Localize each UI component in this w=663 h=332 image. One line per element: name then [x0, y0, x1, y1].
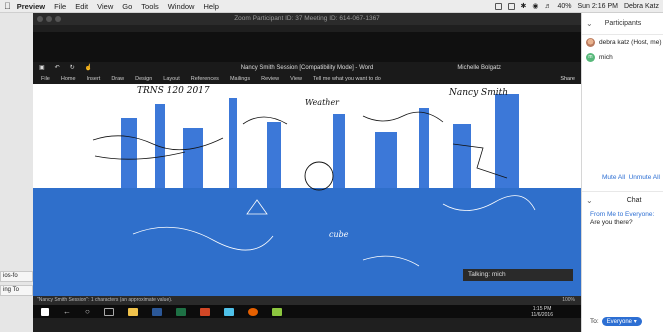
menu-go[interactable]: Go: [122, 2, 132, 11]
taskbar-date: 11/6/2016: [531, 312, 553, 318]
windows-taskbar: ← ○ 1:15 PM 11/6/2016: [33, 305, 581, 318]
screen-icon[interactable]: [494, 2, 502, 10]
search-icon[interactable]: ○: [85, 307, 90, 316]
chat-recipient-row: To: Everyone ▾: [590, 317, 642, 326]
back-icon[interactable]: ←: [63, 307, 71, 316]
participant-row[interactable]: debra katz (Host, me): [582, 35, 663, 50]
chat-title: Chat: [626, 197, 642, 204]
excel-icon[interactable]: [175, 307, 186, 316]
undo-icon[interactable]: ↶: [55, 62, 60, 74]
apple-icon[interactable]: : [4, 1, 11, 11]
chat-text: Are you there?: [590, 219, 633, 226]
zoom-title-bar: Zoom Participant ID: 37 Meeting ID: 614-…: [33, 13, 581, 25]
chat-sender: From Me to Everyone:: [590, 211, 655, 218]
ribbon-tab-mailings[interactable]: Mailings: [230, 74, 250, 84]
share-button[interactable]: Share: [560, 74, 575, 84]
menu-status-area: ✱ ◉ ♬ 40% Sun 2:16 PM Debra Katz: [494, 2, 659, 10]
firefox-icon[interactable]: [247, 307, 258, 316]
menu-view[interactable]: View: [97, 2, 113, 11]
ribbon-tab-layout[interactable]: Layout: [163, 74, 180, 84]
volume-icon[interactable]: ♬: [544, 3, 551, 10]
wifi-icon[interactable]: ◉: [532, 2, 538, 10]
tell-me-search[interactable]: Tell me what you want to do: [313, 74, 381, 84]
ribbon-tab-view[interactable]: View: [290, 74, 302, 84]
mac-menu: Preview File Edit View Go Tools Window H…: [17, 2, 219, 11]
desktop-background: ios-fo ing To: [0, 13, 33, 332]
handwriting-strokes: [92, 111, 536, 267]
desktop-window-tab-1[interactable]: ios-fo: [0, 271, 33, 282]
battery-level[interactable]: 40%: [557, 3, 571, 10]
mac-menu-bar:  Preview File Edit View Go Tools Window…: [0, 0, 663, 13]
desktop-window-tab-2[interactable]: ing To: [0, 285, 33, 296]
zoom-window: Zoom Participant ID: 37 Meeting ID: 614-…: [33, 13, 581, 332]
participants-title: Participants: [604, 20, 642, 27]
ribbon-tab-references[interactable]: References: [191, 74, 219, 84]
word-title: Nancy Smith Session [Compatibility Mode]…: [240, 65, 374, 71]
avatar: m: [586, 53, 595, 62]
app-icon[interactable]: [223, 307, 234, 316]
participants-header: ⌄ Participants: [582, 13, 663, 35]
menu-file[interactable]: File: [54, 2, 66, 11]
talking-indicator: Talking: mich: [463, 269, 573, 281]
chevron-down-icon[interactable]: ⌄: [586, 196, 593, 205]
app-icon[interactable]: [271, 307, 282, 316]
word-title-bar: ▣ ↶ ↻ ☝ Nancy Smith Session [Compatibili…: [33, 62, 581, 83]
menu-app[interactable]: Preview: [17, 2, 45, 11]
recipient-select[interactable]: Everyone ▾: [601, 317, 642, 326]
word-user[interactable]: Michelle Bolgatz: [457, 62, 501, 74]
ribbon-tab-insert[interactable]: Insert: [87, 74, 101, 84]
menu-tools[interactable]: Tools: [141, 2, 159, 11]
ribbon-tab-review[interactable]: Review: [261, 74, 279, 84]
chat-message: From Me to Everyone: Are you there?: [590, 211, 654, 227]
word-ribbon: File Home Insert Draw Design Layout Refe…: [33, 74, 581, 84]
zoom-level[interactable]: 100%: [562, 296, 575, 305]
powerpoint-icon[interactable]: [199, 307, 210, 316]
clock[interactable]: Sun 2:16 PM: [578, 3, 618, 10]
ribbon-tab-design[interactable]: Design: [135, 74, 152, 84]
folder-icon[interactable]: [127, 307, 138, 316]
start-icon[interactable]: [41, 307, 49, 316]
side-panel: ⌄ Participants debra katz (Host, me) m m…: [581, 13, 663, 332]
word-quick-access: ▣ ↶ ↻ ☝: [39, 62, 92, 74]
word-count-status: "Nancy Smith Session": 1 characters (an …: [37, 297, 173, 303]
recipient-value: Everyone: [606, 319, 633, 325]
bluetooth-icon[interactable]: ✱: [521, 2, 527, 10]
word-icon[interactable]: [151, 307, 162, 316]
zoom-dot-icon[interactable]: [55, 16, 61, 22]
participant-name: mich: [599, 54, 613, 61]
task-view-icon[interactable]: [103, 307, 114, 316]
user-name[interactable]: Debra Katz: [624, 3, 659, 10]
menu-edit[interactable]: Edit: [75, 2, 88, 11]
dropbox-icon[interactable]: [507, 2, 515, 10]
chevron-down-icon[interactable]: ⌄: [586, 19, 593, 28]
ribbon-tab-draw[interactable]: Draw: [111, 74, 124, 84]
mute-all-button[interactable]: Mute All: [602, 174, 625, 181]
participant-name: debra katz (Host, me): [599, 39, 662, 46]
menu-help[interactable]: Help: [203, 2, 218, 11]
ribbon-tab-home[interactable]: Home: [61, 74, 76, 84]
shared-screen: ▣ ↶ ↻ ☝ Nancy Smith Session [Compatibili…: [33, 32, 581, 318]
document-canvas[interactable]: TRNS 120 2017 Weather Nancy Smith cube: [33, 84, 581, 296]
zoom-title: Zoom Participant ID: 37 Meeting ID: 614-…: [234, 15, 380, 22]
taskbar-clock[interactable]: 1:15 PM 11/6/2016: [531, 306, 553, 318]
unmute-all-button[interactable]: Unmute All: [629, 174, 660, 181]
avatar: [586, 38, 595, 47]
ribbon-tab-file[interactable]: File: [41, 74, 50, 84]
menu-window[interactable]: Window: [168, 2, 195, 11]
save-icon[interactable]: ▣: [39, 62, 45, 74]
to-label: To:: [590, 318, 599, 325]
window-controls: [37, 16, 61, 22]
minimize-dot-icon[interactable]: [46, 16, 52, 22]
chat-header: ⌄ Chat: [582, 191, 663, 209]
word-status-bar: "Nancy Smith Session": 1 characters (an …: [33, 296, 581, 305]
mute-controls: Mute All Unmute All: [582, 174, 663, 181]
redo-icon[interactable]: ↻: [70, 62, 75, 74]
close-dot-icon[interactable]: [37, 16, 43, 22]
touch-icon[interactable]: ☝: [85, 62, 92, 74]
participant-row[interactable]: m mich: [582, 50, 663, 65]
